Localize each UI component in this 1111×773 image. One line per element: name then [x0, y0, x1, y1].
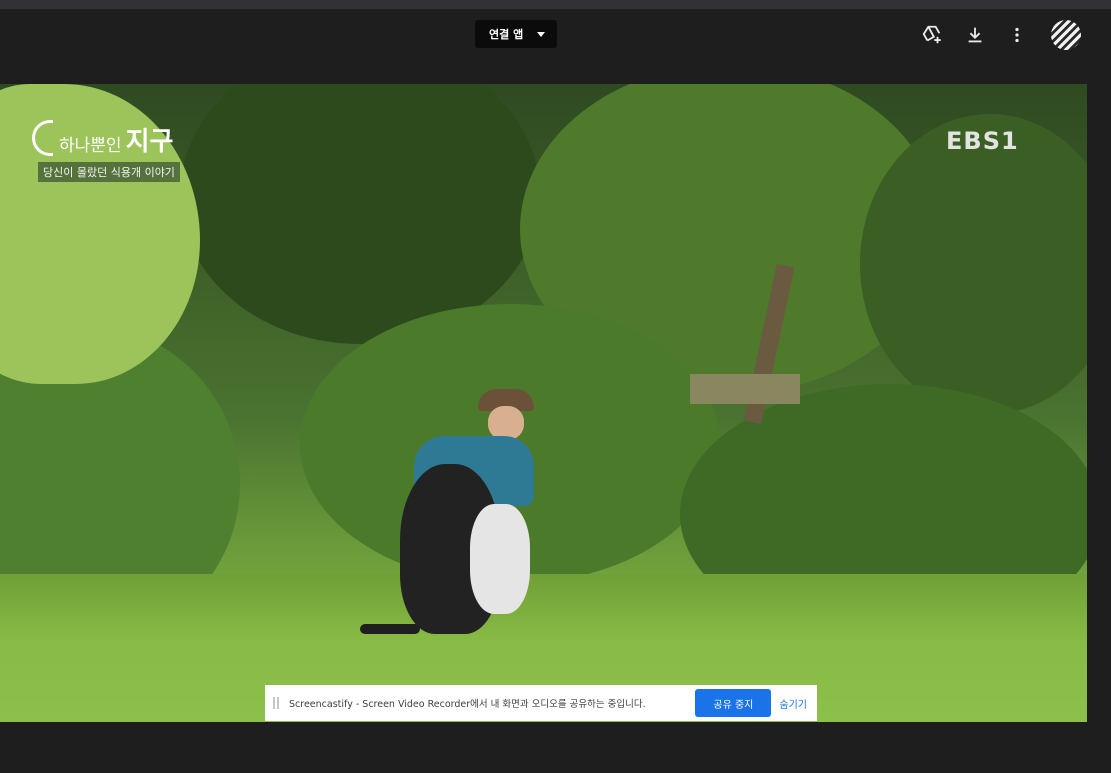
- garden-structure: [690, 374, 800, 404]
- add-to-drive-icon[interactable]: [921, 24, 943, 46]
- screen-sharing-bar: Screencastify - Screen Video Recorder에서 …: [265, 685, 817, 721]
- logo-arc-icon: [32, 120, 53, 156]
- dog-white-patch: [470, 504, 530, 614]
- open-with-label: 연결 앱: [489, 28, 524, 41]
- sharing-message: Screencastify - Screen Video Recorder에서 …: [289, 699, 646, 710]
- window-top-strip: [0, 0, 1111, 9]
- open-with-button[interactable]: 연결 앱: [475, 20, 557, 48]
- more-vert-icon[interactable]: [1006, 24, 1028, 46]
- dog-tail: [360, 624, 420, 634]
- chevron-down-icon: [537, 31, 546, 37]
- hide-button[interactable]: 숨기기: [779, 696, 807, 711]
- person-face: [488, 406, 524, 440]
- viewer-background: [1087, 84, 1111, 722]
- download-icon[interactable]: [964, 24, 986, 46]
- program-title-big: 지구: [125, 127, 174, 157]
- drag-handle-icon[interactable]: [273, 697, 279, 709]
- program-subtitle: 당신이 몰랐던 식용개 이야기: [38, 162, 180, 182]
- channel-logo: EBS1: [946, 127, 1019, 155]
- account-avatar[interactable]: [1051, 20, 1081, 50]
- program-title-small: 하나뿐인: [59, 136, 122, 156]
- program-logo: 하나뿐인 지구 당신이 몰랐던 식용개 이야기: [32, 120, 180, 182]
- stop-sharing-button[interactable]: 공유 중지: [695, 689, 772, 717]
